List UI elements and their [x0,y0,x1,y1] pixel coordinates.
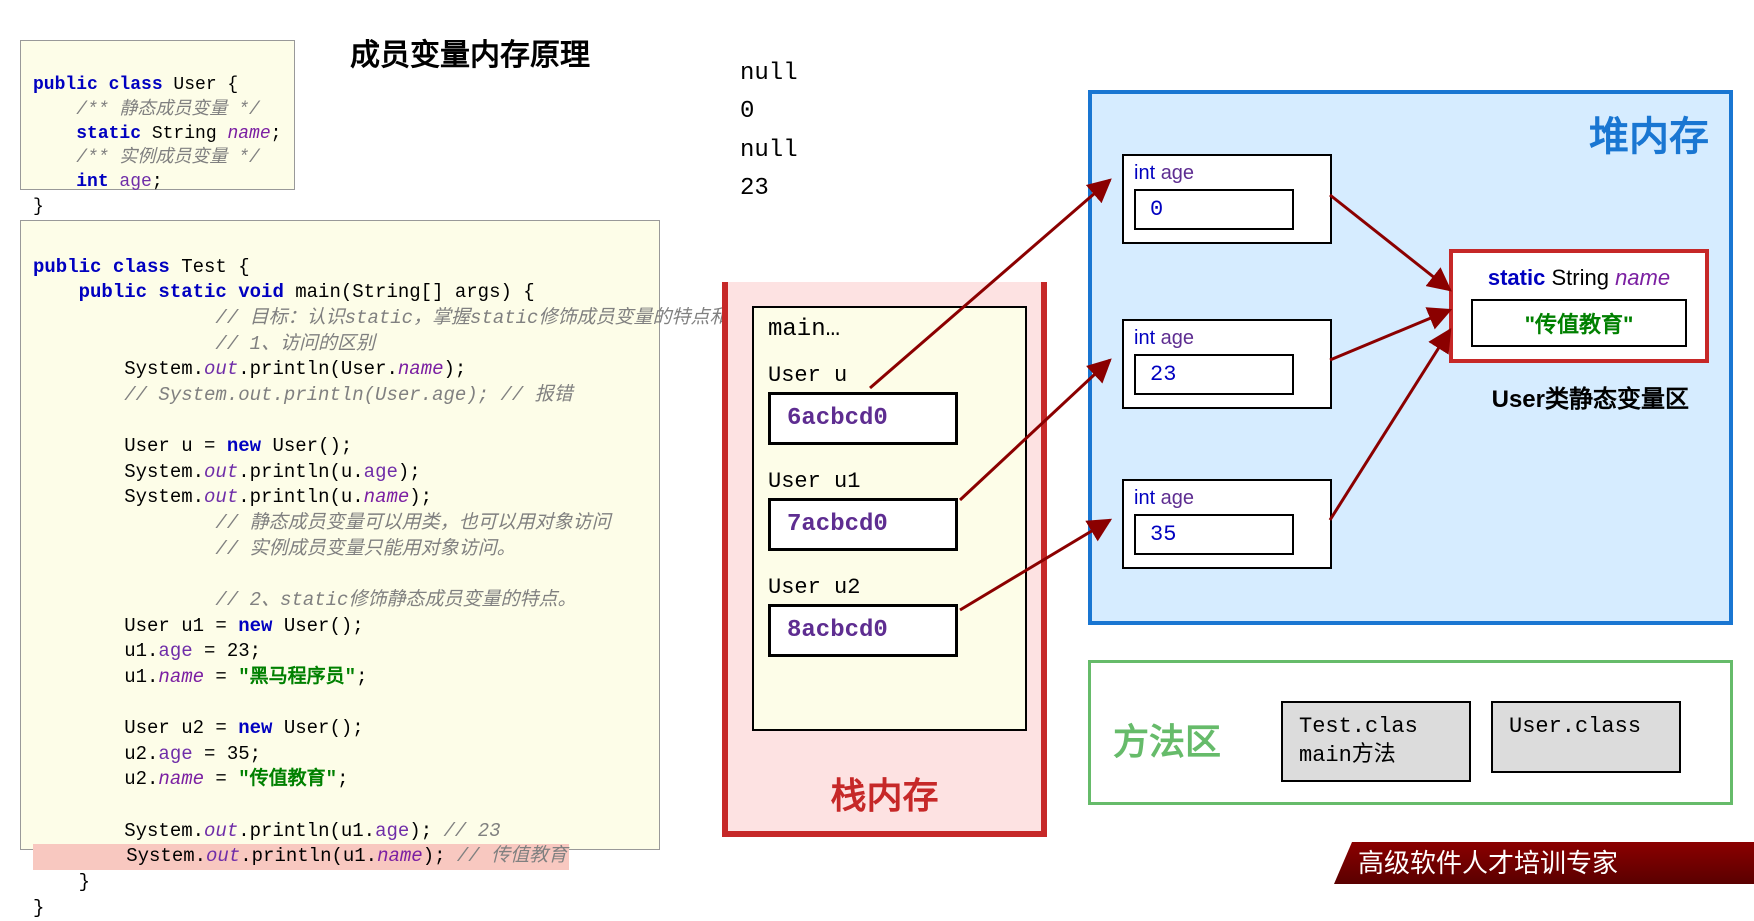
static-variable-box: static String name "传值教育" [1449,249,1709,363]
stack-title: 栈内存 [728,767,1041,819]
heap-object: int age 35 [1122,479,1332,569]
footer-banner: 高级软件人才培训专家 [1334,842,1754,884]
frame-name: main… [754,308,1025,351]
console-output: null 0 null 23 [740,55,798,209]
method-box-test: Test.clasmain方法 [1281,701,1471,782]
heap-memory: 堆内存 int int ageage 0 int age 23 int age … [1088,90,1733,625]
method-area: 方法区 Test.clasmain方法 User.class [1088,660,1733,805]
method-area-title: 方法区 [1113,713,1221,765]
code-user: public class User { /** 静态成员变量 */ static… [20,40,295,190]
heap-object: int int ageage 0 [1122,154,1332,244]
method-box-user: User.class [1491,701,1681,773]
var-address: 6acbcd0 [768,392,958,445]
var-label: User u [768,363,1011,388]
stack-frame-main: main… User u 6acbcd0 User u1 7acbcd0 Use… [752,306,1027,731]
var-address: 8acbcd0 [768,604,958,657]
stack-memory: 栈内存 main… User u 6acbcd0 User u1 7acbcd0… [722,282,1047,837]
static-area-caption: User类静态变量区 [1492,379,1689,414]
heap-title: 堆内存 [1589,104,1709,162]
diagram-title: 成员变量内存原理 [350,30,590,74]
var-label: User u2 [768,575,1011,600]
var-label: User u1 [768,469,1011,494]
var-address: 7acbcd0 [768,498,958,551]
heap-object: int age 23 [1122,319,1332,409]
code-test: public class Test { public static void m… [20,220,660,850]
